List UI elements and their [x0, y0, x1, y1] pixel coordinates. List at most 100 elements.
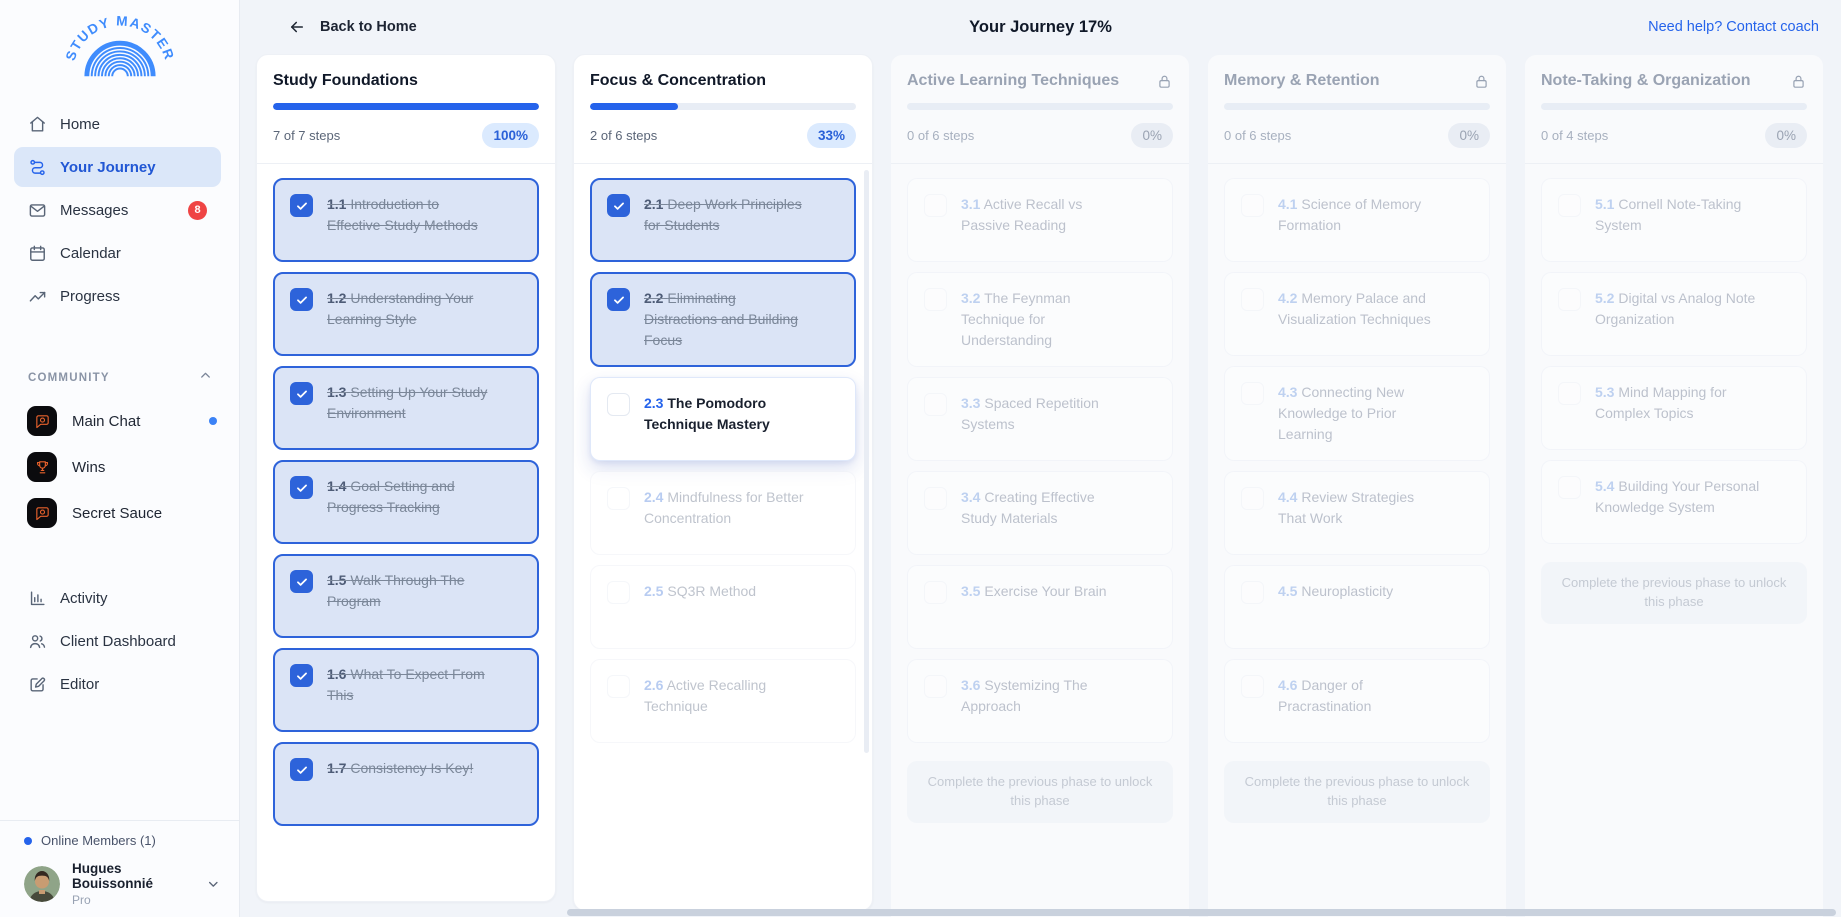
sidebar-item-client-dashboard[interactable]: Client Dashboard [14, 621, 221, 661]
lesson-card-3.1: 3.1 Active Recall vs Passive Reading [907, 178, 1173, 262]
lesson-title: 3.2 The Feynman Technique for Understand… [961, 288, 1127, 351]
sidebar-item-activity[interactable]: Activity [14, 578, 221, 618]
lesson-card-2.1[interactable]: 2.1 Deep Work Principles for Students [590, 178, 856, 262]
user-menu[interactable]: Hugues Bouissonnié Pro [24, 861, 221, 907]
locked-phase-note: Complete the previous phase to unlock th… [907, 761, 1173, 823]
lesson-card-4.3: 4.3 Connecting New Knowledge to Prior Le… [1224, 366, 1490, 461]
phase-header: Memory & Retention 0 of 6 steps 0% [1208, 55, 1506, 164]
unchecked-checkbox [924, 393, 947, 416]
contact-coach-link[interactable]: Need help? Contact coach [1648, 19, 1819, 35]
phase-percent-badge: 0% [1131, 123, 1173, 148]
lesson-card-1.2[interactable]: 1.2 Understanding Your Learning Style [273, 272, 539, 356]
lesson-title: 1.2 Understanding Your Learning Style [327, 288, 493, 330]
checked-checkbox[interactable] [290, 476, 313, 499]
lock-icon [1790, 73, 1807, 90]
lesson-card-1.5[interactable]: 1.5 Walk Through The Program [273, 554, 539, 638]
lesson-card-2.5: 2.5 SQ3R Method [590, 565, 856, 649]
lesson-list: 3.1 Active Recall vs Passive Reading 3.2 … [891, 164, 1189, 839]
lesson-title: 1.5 Walk Through The Program [327, 570, 493, 612]
phase-progress-bar [273, 103, 539, 110]
horizontal-scrollbar[interactable] [567, 909, 1836, 916]
lesson-title: 1.1 Introduction to Effective Study Meth… [327, 194, 493, 236]
sidebar-item-editor[interactable]: Editor [14, 664, 221, 704]
lesson-card-3.6: 3.6 Systemizing The Approach [907, 659, 1173, 743]
sidebar-item-label: Your Journey [60, 159, 156, 176]
lesson-title: 2.5 SQ3R Method [644, 581, 756, 602]
community-item-main-chat[interactable]: Main Chat [0, 398, 239, 444]
checked-checkbox[interactable] [607, 194, 630, 217]
check-icon [295, 387, 309, 401]
checked-checkbox[interactable] [290, 382, 313, 405]
back-to-home-label: Back to Home [320, 19, 417, 35]
tools-nav: Activity Client Dashboard Editor [0, 578, 239, 704]
chevron-down-icon[interactable] [206, 876, 221, 892]
lesson-card-3.4: 3.4 Creating Effective Study Materials [907, 471, 1173, 555]
online-members: Online Members (1) [24, 833, 221, 848]
unread-count-badge: 8 [188, 201, 207, 220]
calendar-icon [28, 244, 47, 263]
phase-title: Memory & Retention [1224, 72, 1380, 90]
sidebar-item-calendar[interactable]: Calendar [14, 233, 221, 273]
community-section-header[interactable]: COMMUNITY [0, 368, 239, 388]
lesson-card-1.3[interactable]: 1.3 Setting Up Your Study Environment [273, 366, 539, 450]
online-dot-icon [24, 837, 32, 845]
lesson-title: 2.2 Eliminating Distractions and Buildin… [644, 288, 810, 351]
phase-steps-count: 0 of 6 steps [1224, 128, 1291, 143]
lesson-title: 4.2 Memory Palace and Visualization Tech… [1278, 288, 1444, 330]
phase-column-1: Study Foundations7 of 7 steps100%1.1 Int… [256, 54, 556, 902]
phase-header: Focus & Concentration2 of 6 steps33% [574, 55, 872, 164]
unchecked-checkbox[interactable] [607, 393, 630, 416]
lesson-card-1.4[interactable]: 1.4 Goal Setting and Progress Tracking [273, 460, 539, 544]
lesson-card-2.2[interactable]: 2.2 Eliminating Distractions and Buildin… [590, 272, 856, 367]
lesson-card-5.2: 5.2 Digital vs Analog Note Organization [1541, 272, 1807, 356]
sidebar-item-your-journey[interactable]: Your Journey [14, 147, 221, 187]
community-item-label: Main Chat [72, 413, 140, 430]
lesson-card-4.4: 4.4 Review Strategies That Work [1224, 471, 1490, 555]
unchecked-checkbox [924, 288, 947, 311]
checked-checkbox[interactable] [607, 288, 630, 311]
lesson-card-2.3[interactable]: 2.3 The Pomodoro Technique Mastery [590, 377, 856, 461]
lesson-list: 1.1 Introduction to Effective Study Meth… [257, 164, 555, 842]
lesson-title: 2.4 Mindfulness for Better Concentration [644, 487, 810, 529]
sidebar: STUDY MASTER HomeYour JourneyMessages8Ca… [0, 0, 240, 917]
phase-percent-badge: 0% [1448, 123, 1490, 148]
unchecked-checkbox [1241, 382, 1264, 405]
home-icon [28, 115, 47, 134]
phase-progress-bar [1541, 103, 1807, 110]
lesson-card-1.6[interactable]: 1.6 What To Expect From This [273, 648, 539, 732]
checked-checkbox[interactable] [290, 570, 313, 593]
phase-steps-count: 0 of 6 steps [907, 128, 974, 143]
community-channel-icon [27, 498, 57, 528]
check-icon [295, 293, 309, 307]
phase-percent-badge: 33% [807, 123, 856, 148]
lesson-title: 5.2 Digital vs Analog Note Organization [1595, 288, 1761, 330]
locked-phase-note: Complete the previous phase to unlock th… [1224, 761, 1490, 823]
user-name: Hugues Bouissonnié [72, 861, 194, 891]
unchecked-checkbox [1558, 288, 1581, 311]
checked-checkbox[interactable] [290, 758, 313, 781]
sidebar-item-home[interactable]: Home [14, 104, 221, 144]
lesson-card-4.2: 4.2 Memory Palace and Visualization Tech… [1224, 272, 1490, 356]
community-item-secret-sauce[interactable]: Secret Sauce [0, 490, 239, 536]
checked-checkbox[interactable] [290, 194, 313, 217]
unchecked-checkbox [607, 581, 630, 604]
journey-topbar: Back to Home Your Journey 17% Need help?… [240, 0, 1841, 54]
checked-checkbox[interactable] [290, 664, 313, 687]
lesson-card-1.1[interactable]: 1.1 Introduction to Effective Study Meth… [273, 178, 539, 262]
lesson-card-3.2: 3.2 The Feynman Technique for Understand… [907, 272, 1173, 367]
unread-dot-icon [209, 417, 217, 425]
lesson-card-3.3: 3.3 Spaced Repetition Systems [907, 377, 1173, 461]
community-label: COMMUNITY [28, 372, 110, 384]
community-item-wins[interactable]: Wins [0, 444, 239, 490]
back-to-home-button[interactable]: Back to Home [288, 18, 417, 36]
lesson-title: 5.1 Cornell Note-Taking System [1595, 194, 1761, 236]
phase-column-4: Memory & Retention0 of 6 steps0%4.1 Scie… [1207, 54, 1507, 917]
lesson-title: 3.1 Active Recall vs Passive Reading [961, 194, 1127, 236]
unchecked-checkbox [607, 487, 630, 510]
sidebar-item-progress[interactable]: Progress [14, 276, 221, 316]
sidebar-item-label: Client Dashboard [60, 633, 176, 650]
chevron-up-icon[interactable] [198, 368, 213, 388]
checked-checkbox[interactable] [290, 288, 313, 311]
sidebar-item-messages[interactable]: Messages8 [14, 190, 221, 230]
lesson-card-1.7[interactable]: 1.7 Consistency Is Key! [273, 742, 539, 826]
